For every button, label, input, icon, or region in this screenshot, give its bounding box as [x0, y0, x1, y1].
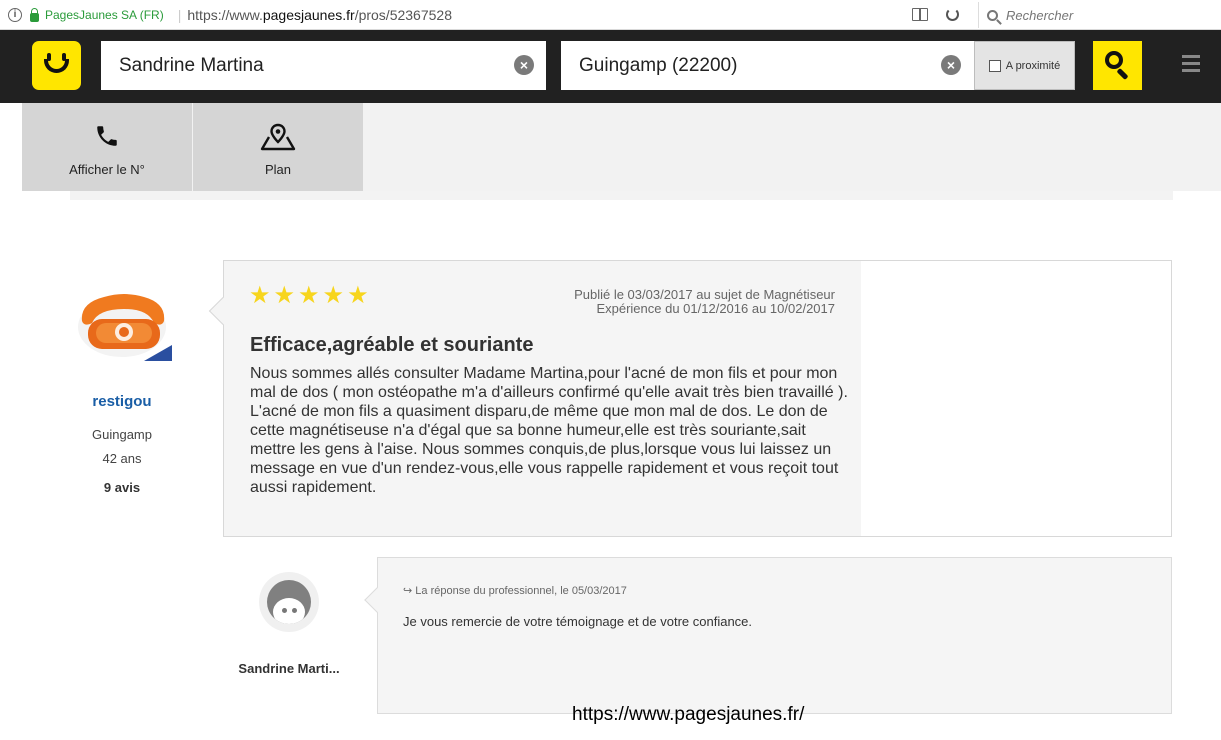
nearby-label: A proximité — [1005, 59, 1061, 72]
url-text[interactable]: | https://www.pagesjaunes.fr/pros/5236752… — [178, 7, 452, 23]
reviewer-avatar[interactable] — [74, 283, 172, 361]
review-body: Nous sommes allés consulter Madame Marti… — [250, 365, 848, 496]
site-identity[interactable]: PagesJaunes SA (FR) — [45, 8, 164, 22]
review-published-date: Publié le 03/03/2017 au sujet de Magnéti… — [574, 287, 835, 302]
search-button[interactable] — [1093, 41, 1142, 90]
url-watermark: https://www.pagesjaunes.fr/ — [572, 704, 805, 725]
search-icon — [987, 9, 998, 21]
query-input[interactable]: Sandrine Martina × — [101, 41, 546, 90]
reply-meta: ↪ La réponse du professionnel, le 05/03/… — [403, 585, 627, 597]
review-title: Efficace,agréable et souriante — [250, 334, 534, 356]
review-card: ★ ★ ★ ★ ★ Publié le 03/03/2017 au sujet … — [208, 260, 1172, 537]
star-icon: ★ — [298, 282, 320, 309]
location-input[interactable]: Guingamp (22200) × — [561, 41, 974, 90]
reader-view-icon[interactable] — [912, 8, 928, 21]
info-icon[interactable]: i — [8, 8, 22, 22]
reviewer-city: Guingamp — [92, 427, 152, 442]
query-value: Sandrine Martina — [119, 54, 264, 76]
star-rating: ★ ★ ★ ★ ★ — [249, 284, 369, 308]
professional-name: Sandrine Marti... — [238, 661, 340, 676]
review-experience-dates: Expérience du 01/12/2016 au 10/02/2017 — [596, 301, 835, 316]
address-field[interactable]: i PagesJaunes SA (FR) | https://www.pages… — [8, 6, 452, 24]
map-label: Plan — [264, 162, 292, 177]
divider — [70, 191, 1173, 200]
reply-card: ↪ La réponse du professionnel, le 05/03/… — [364, 557, 1172, 714]
nearby-checkbox[interactable]: A proximité — [974, 41, 1075, 90]
hamburger-menu-icon[interactable] — [1182, 55, 1200, 73]
checkbox-icon[interactable] — [988, 59, 1001, 72]
lock-icon — [30, 7, 39, 22]
reload-icon[interactable] — [946, 8, 959, 21]
reviewer-age: 42 ans — [102, 451, 142, 466]
reviewer-review-count: 9 avis — [103, 480, 141, 495]
star-icon: ★ — [273, 282, 296, 309]
clear-query-icon[interactable]: × — [514, 55, 534, 75]
reviewer-name[interactable]: restigou — [72, 393, 172, 410]
star-icon: ★ — [347, 282, 369, 309]
star-icon: ★ — [322, 282, 345, 309]
url-prefix: https://www. — [187, 7, 263, 23]
browser-search-input[interactable]: Rechercher — [978, 2, 1221, 28]
reply-text: Je vous remercie de votre témoignage et … — [403, 614, 753, 629]
star-icon: ★ — [249, 282, 271, 309]
location-value: Guingamp (22200) — [579, 54, 738, 76]
professional-avatar — [259, 572, 319, 632]
url-domain: pagesjaunes.fr — [262, 7, 355, 23]
show-phone-label: Afficher le N° — [69, 162, 145, 177]
pagesjaunes-logo[interactable] — [32, 41, 81, 90]
phone-icon — [97, 126, 117, 146]
search-placeholder: Rechercher — [1006, 7, 1074, 23]
clear-location-icon[interactable]: × — [941, 55, 961, 75]
action-bar: Afficher le N° Plan — [22, 103, 1221, 191]
map-button[interactable]: Plan — [193, 103, 363, 191]
browser-address-bar: i PagesJaunes SA (FR) | https://www.pages… — [0, 0, 1221, 30]
magnifier-icon — [1105, 51, 1123, 69]
map-pin-icon — [260, 123, 296, 151]
show-phone-button[interactable]: Afficher le N° — [22, 103, 192, 191]
site-header: Sandrine Martina × Guingamp (22200) × A … — [0, 30, 1221, 103]
url-path: /pros/52367528 — [354, 7, 452, 23]
